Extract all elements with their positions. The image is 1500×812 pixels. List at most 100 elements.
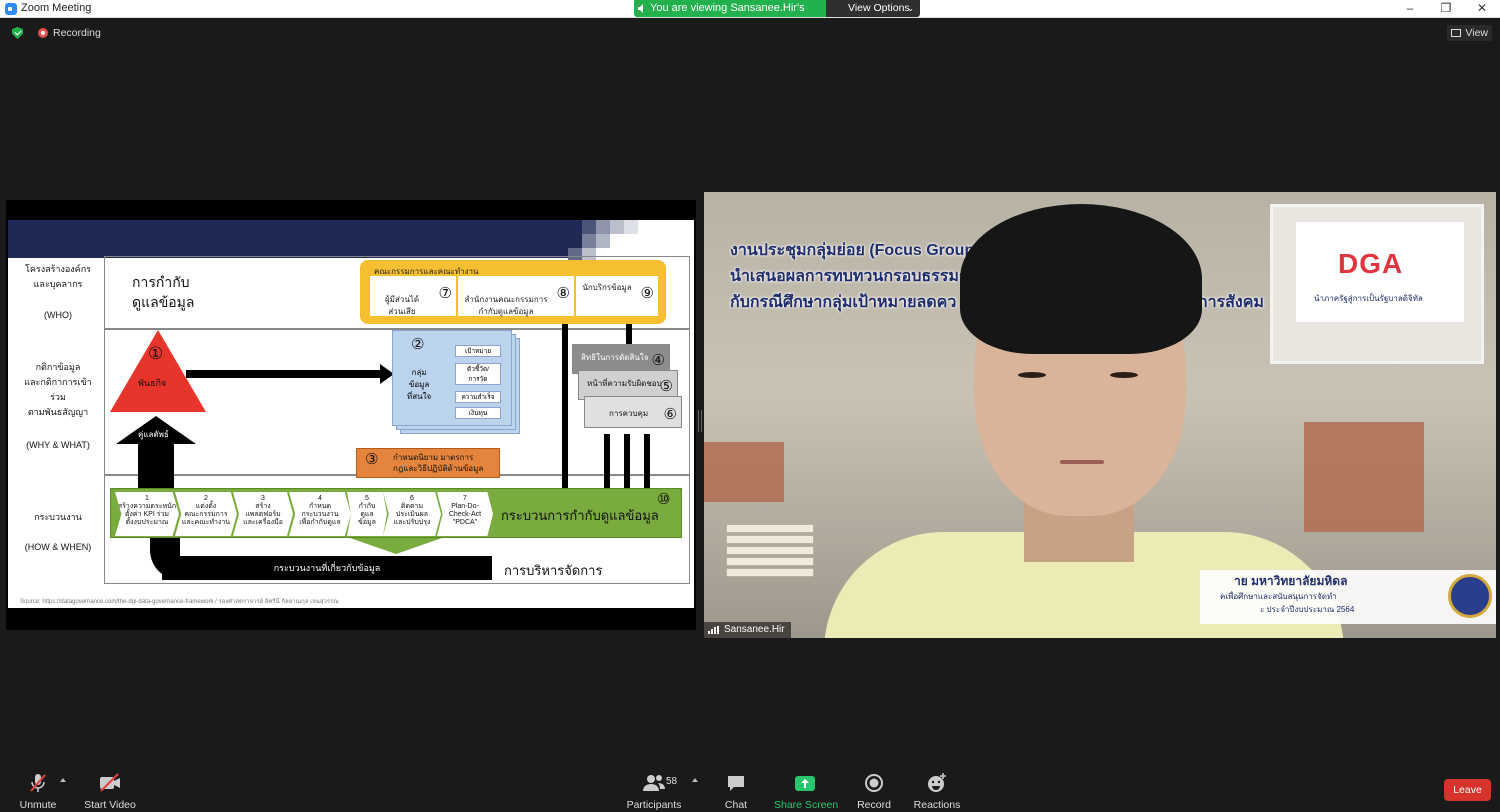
- zoom-app-icon: [5, 3, 17, 15]
- video-off-icon: [84, 772, 136, 794]
- slide-header-mosaic: [568, 220, 694, 262]
- brick-decor: [1304, 422, 1424, 532]
- view-layout-button[interactable]: View: [1447, 25, 1492, 41]
- data-group-box: ② กลุ่ม ข้อมูล ที่สนใจ เป้าหมาย ตัวชี้วั…: [392, 330, 512, 426]
- stakeholder-label: ผู้มีส่วนได้ ส่วนเสีย: [384, 295, 420, 316]
- participant-name: Sansanee.Hir: [724, 624, 785, 635]
- record-button[interactable]: Record: [854, 772, 894, 812]
- share-screen-label: Share Screen: [774, 799, 839, 811]
- office-box: สำนักงานคณะกรรมการ กำกับดูแลข้อมูล ⑧: [458, 276, 574, 316]
- process-step-1: 1 สร้างความตระหนัก ตั้งค่า KPI ร่วม ตั้ง…: [115, 492, 179, 536]
- arrow-down-2: [624, 434, 630, 490]
- label-structure: โครงสร้างองค์กร และบุคลากร: [25, 264, 91, 289]
- number-8: ⑧: [556, 285, 570, 302]
- green-down-arrow: [350, 538, 442, 554]
- data-group-label: กลุ่ม ข้อมูล ที่สนใจ: [407, 368, 432, 401]
- governance-title: การกำกับ ดูแลข้อมูล: [132, 274, 195, 310]
- person-eye: [1018, 372, 1046, 378]
- number-5: ⑤: [659, 378, 673, 395]
- process-step-5: 5 กำกับ ดูแล ข้อมูล: [347, 492, 387, 536]
- label-strategy: กติกาข้อมูล และกติกาการเข้า ร่วม ตามพันธ…: [24, 362, 92, 417]
- reactions-smiley-icon: [912, 772, 962, 794]
- window-titlebar: Zoom Meeting You are viewing Sansanee.Hi…: [0, 0, 1500, 31]
- dga-logo: DGA: [1338, 248, 1404, 279]
- number-1: ①: [148, 344, 164, 363]
- funding-item: เงินทุน: [455, 407, 501, 419]
- record-label: Record: [857, 799, 891, 811]
- number-4: ④: [651, 352, 665, 369]
- security-shield-icon[interactable]: [12, 27, 23, 39]
- number-10: ⑩: [657, 491, 671, 508]
- arrow-mission-to-group: [186, 370, 382, 378]
- data-steward-label: นักบริกรข้อมูล: [582, 283, 632, 292]
- participants-label: Participants: [626, 799, 682, 811]
- committee-box: คณะกรรมการและคณะทำงาน ผู้มีส่วนได้ ส่วนเ…: [360, 260, 666, 324]
- participant-video[interactable]: DGA นำภาครัฐสู่การเป็นรัฐบาลดิจิทัล งานป…: [704, 192, 1496, 638]
- book-stack: [726, 522, 814, 592]
- video-lower-third: าย มหาวิทยาลัยมหิดล คเพื่อศึกษาและสนับสน…: [1200, 570, 1496, 624]
- reactions-button[interactable]: Reactions: [912, 772, 962, 812]
- restore-button[interactable]: ❐: [1428, 0, 1464, 18]
- close-button[interactable]: ✕: [1464, 0, 1500, 18]
- process-step-2: 2 แต่งตั้ง คณะกรรมการ และคณะทำงาน: [175, 492, 237, 536]
- share-screen-button[interactable]: Share Screen: [774, 772, 839, 812]
- controls-label: การควบคุม: [609, 409, 649, 418]
- grid-icon: [1451, 29, 1462, 37]
- participant-name-tag: Sansanee.Hir: [704, 622, 791, 638]
- start-video-label: Start Video: [84, 799, 136, 811]
- label-process: กระบวนงาน: [34, 512, 82, 522]
- person-eye: [1110, 372, 1138, 378]
- participants-options-caret[interactable]: [692, 778, 698, 782]
- split-view-handle[interactable]: [698, 410, 702, 432]
- rules-box: ③ กำหนดนิยาม มาตรการ กฎและวิธีปฏิบัติด้า…: [356, 448, 500, 478]
- meeting-toolbar: Unmute Start Video Participants 58 Chat …: [0, 768, 1500, 812]
- shared-screen[interactable]: โครงสร้างองค์กร และบุคลากร (WHO) กติกาข้…: [6, 200, 696, 630]
- leave-button[interactable]: Leave: [1444, 779, 1491, 801]
- slide-header-band: [8, 220, 568, 258]
- unmute-button[interactable]: Unmute: [18, 772, 58, 812]
- metric-item: ตัวชี้วัด/ การวัด: [455, 363, 501, 385]
- muted-mic-icon: [18, 772, 58, 794]
- label-who: (WHO): [44, 310, 72, 320]
- controls-box: การควบคุม ⑥: [584, 396, 682, 428]
- arrow-office-down: [562, 324, 568, 490]
- presentation-slide: โครงสร้างองค์กร และบุคลากร (WHO) กติกาข้…: [8, 220, 694, 608]
- lower-third-line-1: าย มหาวิทยาลัยมหิดล: [1234, 574, 1348, 588]
- chat-button[interactable]: Chat: [718, 772, 754, 812]
- partner-label: คู่แลตัพธ์: [138, 430, 169, 439]
- arrow-down-1: [604, 434, 610, 490]
- management-label: การบริหารจัดการ: [504, 563, 603, 578]
- audio-options-caret[interactable]: [60, 778, 66, 782]
- rules-label: กำหนดนิยาม มาตรการ กฎและวิธีปฏิบัติด้านข…: [393, 453, 484, 473]
- view-options-label: View Options: [848, 2, 910, 14]
- recording-icon: [38, 28, 48, 38]
- process-title: กระบวนการกำกับดูแลข้อมูล: [501, 508, 659, 523]
- speaker-icon: [638, 4, 643, 13]
- arrow-down-3: [644, 434, 650, 490]
- view-options-button[interactable]: View Options ⌄: [826, 0, 920, 17]
- unmute-label: Unmute: [19, 799, 57, 811]
- minimize-button[interactable]: –: [1392, 0, 1428, 18]
- up-arrow-shaft: [138, 442, 174, 490]
- share-screen-icon: [774, 772, 836, 794]
- data-steward-box: นักบริกรข้อมูล ⑨: [576, 276, 658, 316]
- number-3: ③: [365, 451, 379, 468]
- label-how-when: (HOW & WHEN): [24, 542, 92, 552]
- start-video-button[interactable]: Start Video: [84, 772, 136, 812]
- process-row: 1 สร้างความตระหนัก ตั้งค่า KPI ร่วม ตั้ง…: [110, 488, 682, 538]
- brick-decor: [704, 442, 784, 502]
- chat-icon: [718, 772, 754, 794]
- window-title: Zoom Meeting: [21, 2, 92, 14]
- mission-label: พันธกิจ: [138, 378, 167, 388]
- view-label: View: [1465, 27, 1488, 39]
- dga-tagline: นำภาครัฐสู่การเป็นรัฐบาลดิจิทัล: [1314, 294, 1423, 303]
- goal-item: เป้าหมาย: [455, 345, 501, 357]
- slide-source: Source: https://datagovernance.com/the-d…: [20, 599, 339, 605]
- decision-rights-label: สิทธิในการตัดสินใจ: [581, 353, 649, 362]
- process-step-6: 6 ติดตาม ประเมินผล และปรับปรุง: [383, 492, 441, 536]
- chevron-down-icon: ⌄: [907, 4, 914, 13]
- university-seal-icon: [1448, 574, 1492, 618]
- office-label: สำนักงานคณะกรรมการ กำกับดูแลข้อมูล: [464, 295, 548, 316]
- number-6: ⑥: [663, 406, 677, 423]
- lower-third-line-2: คเพื่อศึกษาและสนับสนุนการจัดทำ: [1220, 592, 1337, 601]
